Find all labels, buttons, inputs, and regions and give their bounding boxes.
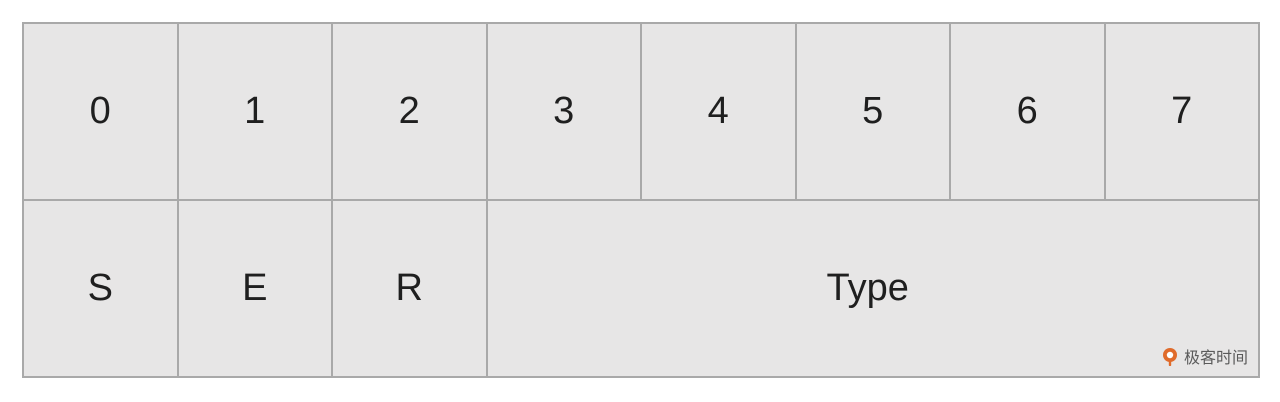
- geektime-logo-icon: [1160, 346, 1180, 366]
- bit-index-5: 5: [797, 24, 951, 199]
- bit-index-3: 3: [488, 24, 642, 199]
- field-type-label: Type: [826, 267, 909, 309]
- bit-index-1: 1: [179, 24, 333, 199]
- watermark: 极客时间: [1160, 344, 1248, 368]
- bit-index-6: 6: [951, 24, 1106, 199]
- watermark-text: 极客时间: [1183, 348, 1248, 367]
- bit-field-diagram: 0 1 2 3 4 5 6 7 S E R Type 极客时间: [22, 22, 1260, 378]
- field-type: Type 极客时间: [488, 201, 1259, 376]
- bit-index-2: 2: [333, 24, 488, 199]
- bit-index-0: 0: [24, 24, 179, 199]
- field-row: S E R Type 极客时间: [24, 201, 1258, 376]
- bit-index-7: 7: [1171, 90, 1193, 132]
- bit-index-row: 0 1 2 3 4 5 6 7: [24, 24, 1258, 201]
- field-r: R: [333, 201, 488, 376]
- field-e: E: [179, 201, 333, 376]
- bit-index-4: 4: [642, 24, 797, 199]
- field-s: S: [24, 201, 179, 376]
